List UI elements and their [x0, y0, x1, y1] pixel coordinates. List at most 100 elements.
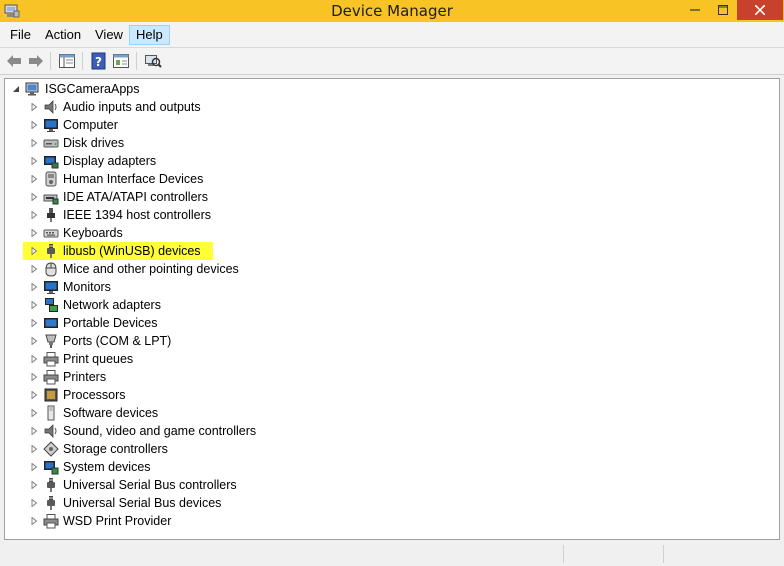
- expand-arrow-icon[interactable]: [29, 354, 39, 364]
- title-bar[interactable]: Device Manager: [0, 0, 784, 22]
- tree-item[interactable]: Disk drives: [29, 134, 124, 152]
- tree-item[interactable]: IDE ATA/ATAPI controllers: [29, 188, 208, 206]
- expand-arrow-icon[interactable]: [29, 408, 39, 418]
- expand-arrow-icon[interactable]: [29, 210, 39, 220]
- tree-item[interactable]: IEEE 1394 host controllers: [29, 206, 211, 224]
- tree-item-label: Display adapters: [63, 154, 157, 168]
- menu-action[interactable]: Action: [39, 25, 87, 45]
- tree-item[interactable]: Portable Devices: [29, 314, 158, 332]
- expand-arrow-icon[interactable]: [29, 318, 39, 328]
- storage-controller-icon: [43, 441, 59, 457]
- show-hide-console-tree-icon[interactable]: [58, 52, 76, 70]
- tree-item[interactable]: Universal Serial Bus controllers: [29, 476, 237, 494]
- tree-item-label: Print queues: [63, 352, 134, 366]
- printer-icon: [43, 369, 59, 385]
- expand-arrow-icon[interactable]: [29, 480, 39, 490]
- expand-arrow-icon[interactable]: [29, 264, 39, 274]
- tree-item[interactable]: Ports (COM & LPT): [29, 332, 171, 350]
- minimize-button[interactable]: [680, 0, 710, 20]
- disk-drive-icon: [43, 135, 59, 151]
- monitor-icon: [43, 117, 59, 133]
- maximize-button[interactable]: [709, 0, 736, 20]
- scan-hardware-icon[interactable]: [144, 52, 162, 70]
- expand-arrow-icon[interactable]: [29, 336, 39, 346]
- expand-arrow-icon[interactable]: [29, 138, 39, 148]
- expand-arrow-icon[interactable]: [29, 174, 39, 184]
- tree-item[interactable]: Print queues: [29, 350, 133, 368]
- properties-icon[interactable]: [112, 52, 130, 70]
- expand-arrow-icon[interactable]: [29, 246, 39, 256]
- tree-item[interactable]: Monitors: [29, 278, 111, 296]
- computer-icon: [25, 81, 41, 97]
- tree-item-label: Universal Serial Bus controllers: [63, 478, 237, 492]
- software-device-icon: [43, 405, 59, 421]
- collapse-arrow-icon[interactable]: [11, 84, 21, 94]
- tree-item-label: Processors: [63, 388, 126, 402]
- expand-arrow-icon[interactable]: [29, 282, 39, 292]
- tree-item[interactable]: Keyboards: [29, 224, 123, 242]
- menu-bar: File Action View Help: [0, 22, 784, 47]
- tree-item[interactable]: Display adapters: [29, 152, 156, 170]
- tree-item[interactable]: Computer: [29, 116, 118, 134]
- tree-item[interactable]: Network adapters: [29, 296, 161, 314]
- expand-arrow-icon[interactable]: [29, 516, 39, 526]
- printer-icon: [43, 513, 59, 529]
- expand-arrow-icon[interactable]: [29, 444, 39, 454]
- tree-item[interactable]: Storage controllers: [29, 440, 168, 458]
- expand-arrow-icon[interactable]: [29, 372, 39, 382]
- tree-item-label: Network adapters: [63, 298, 161, 312]
- tree-item[interactable]: System devices: [29, 458, 151, 476]
- toolbar: ?: [0, 47, 784, 75]
- tree-item-label: Mice and other pointing devices: [63, 262, 239, 276]
- expand-arrow-icon[interactable]: [29, 156, 39, 166]
- usb-plug-icon: [43, 477, 59, 493]
- menu-view[interactable]: View: [89, 25, 129, 45]
- tree-item[interactable]: Processors: [29, 386, 126, 404]
- device-tree[interactable]: ISGCameraApps Audio inputs and outputs Com…: [4, 78, 780, 540]
- ieee1394-icon: [43, 207, 59, 223]
- menu-help[interactable]: Help: [129, 25, 170, 45]
- expand-arrow-icon[interactable]: [29, 102, 39, 112]
- processor-icon: [43, 387, 59, 403]
- portable-device-icon: [43, 315, 59, 331]
- mouse-icon: [43, 261, 59, 277]
- tree-item[interactable]: Software devices: [29, 404, 158, 422]
- expand-arrow-icon[interactable]: [29, 192, 39, 202]
- tree-item[interactable]: Sound, video and game controllers: [29, 422, 256, 440]
- close-button[interactable]: [737, 0, 783, 20]
- port-icon: [43, 333, 59, 349]
- minimize-icon: [690, 9, 700, 11]
- display-adapter-icon: [43, 153, 59, 169]
- tree-item[interactable]: WSD Print Provider: [29, 512, 171, 530]
- tree-item[interactable]: Universal Serial Bus devices: [29, 494, 221, 512]
- tree-item-label: Keyboards: [63, 226, 123, 240]
- expand-arrow-icon[interactable]: [29, 120, 39, 130]
- tree-item-label: WSD Print Provider: [63, 514, 172, 528]
- tree-item[interactable]: Audio inputs and outputs: [29, 98, 201, 116]
- usb-plug-icon: [43, 243, 59, 259]
- forward-arrow-icon[interactable]: [27, 52, 45, 70]
- speaker-icon: [43, 423, 59, 439]
- tree-item-label: System devices: [63, 460, 151, 474]
- ide-controller-icon: [43, 189, 59, 205]
- toolbar-separator: [82, 52, 83, 70]
- expand-arrow-icon[interactable]: [29, 462, 39, 472]
- tree-item[interactable]: Printers: [29, 368, 106, 386]
- tree-item[interactable]: Mice and other pointing devices: [29, 260, 239, 278]
- expand-arrow-icon[interactable]: [29, 498, 39, 508]
- tree-item-label: libusb (WinUSB) devices: [63, 242, 201, 260]
- expand-arrow-icon[interactable]: [29, 228, 39, 238]
- tree-item[interactable]: Human Interface Devices: [29, 170, 203, 188]
- menu-file[interactable]: File: [4, 25, 37, 45]
- help-icon[interactable]: ?: [90, 52, 108, 70]
- status-pane: [663, 545, 784, 563]
- tree-item-label: IEEE 1394 host controllers: [63, 208, 211, 222]
- expand-arrow-icon[interactable]: [29, 426, 39, 436]
- back-arrow-icon[interactable]: [5, 52, 23, 70]
- tree-item-highlighted[interactable]: libusb (WinUSB) devices: [23, 242, 213, 260]
- toolbar-separator: [136, 52, 137, 70]
- expand-arrow-icon[interactable]: [29, 300, 39, 310]
- status-bar: [0, 543, 784, 566]
- tree-root[interactable]: ISGCameraApps: [11, 80, 139, 98]
- expand-arrow-icon[interactable]: [29, 390, 39, 400]
